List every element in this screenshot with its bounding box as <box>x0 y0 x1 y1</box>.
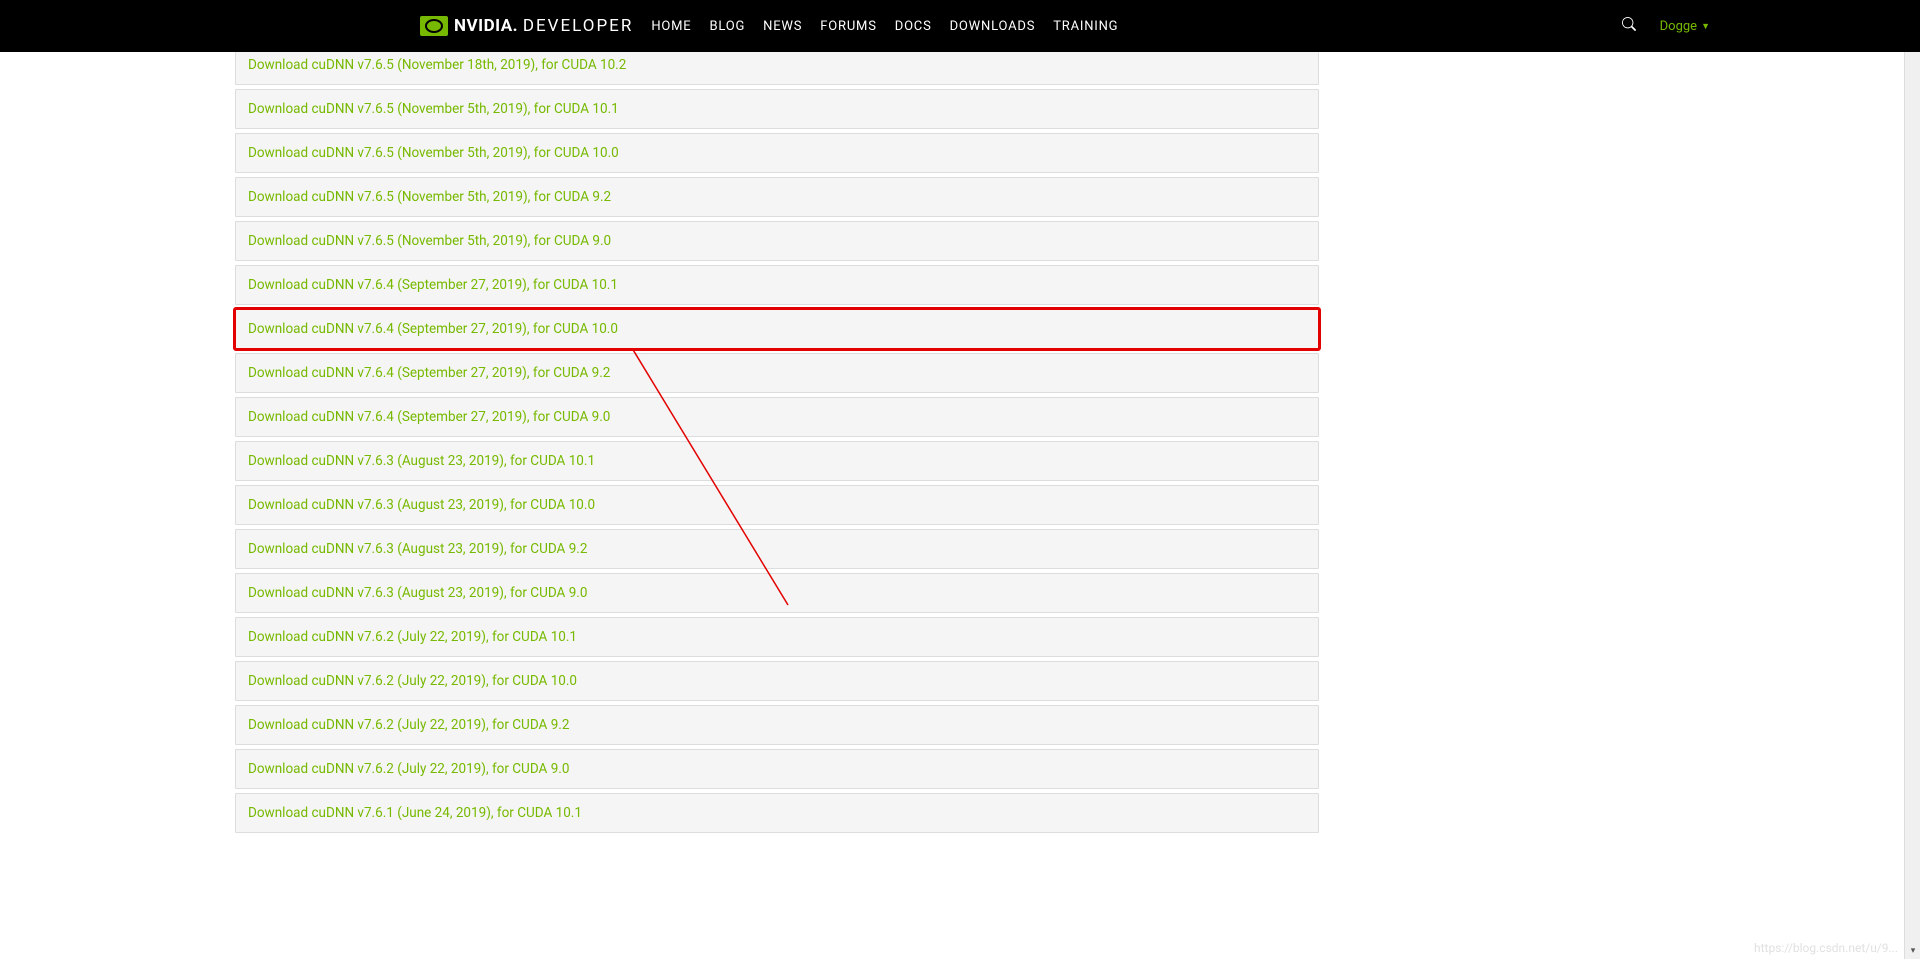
download-item[interactable]: Download cuDNN v7.6.2 (July 22, 2019), f… <box>235 749 1319 789</box>
download-item[interactable]: Download cuDNN v7.6.5 (November 5th, 201… <box>235 89 1319 129</box>
logo[interactable]: NVIDIA. DEVELOPER <box>420 16 633 36</box>
nav-link-downloads[interactable]: DOWNLOADS <box>950 19 1036 34</box>
nav-link-forums[interactable]: FORUMS <box>820 19 876 34</box>
download-item[interactable]: Download cuDNN v7.6.4 (September 27, 201… <box>235 309 1319 349</box>
download-item-label: Download cuDNN v7.6.5 (November 5th, 201… <box>248 189 611 205</box>
download-item-label: Download cuDNN v7.6.4 (September 27, 201… <box>248 277 618 293</box>
download-item-label: Download cuDNN v7.6.4 (September 27, 201… <box>248 321 618 337</box>
download-item[interactable]: Download cuDNN v7.6.1 (June 24, 2019), f… <box>235 793 1319 833</box>
download-item[interactable]: Download cuDNN v7.6.2 (July 22, 2019), f… <box>235 617 1319 657</box>
download-item[interactable]: Download cuDNN v7.6.4 (September 27, 201… <box>235 397 1319 437</box>
watermark: https://blog.csdn.net/u/9... <box>1754 941 1898 955</box>
nav-link-home[interactable]: HOME <box>651 19 691 34</box>
download-item-label: Download cuDNN v7.6.5 (November 18th, 20… <box>248 57 626 73</box>
download-item[interactable]: Download cuDNN v7.6.3 (August 23, 2019),… <box>235 573 1319 613</box>
search-icon[interactable] <box>1622 17 1636 35</box>
download-item[interactable]: Download cuDNN v7.6.4 (September 27, 201… <box>235 353 1319 393</box>
download-item-label: Download cuDNN v7.6.2 (July 22, 2019), f… <box>248 717 569 733</box>
logo-sub: DEVELOPER <box>523 16 633 36</box>
download-item[interactable]: Download cuDNN v7.6.5 (November 5th, 201… <box>235 177 1319 217</box>
download-item-label: Download cuDNN v7.6.3 (August 23, 2019),… <box>248 541 587 557</box>
download-item[interactable]: Download cuDNN v7.6.2 (July 22, 2019), f… <box>235 705 1319 745</box>
scrollbar[interactable]: ▴ ▾ <box>1904 0 1920 959</box>
download-item-label: Download cuDNN v7.6.5 (November 5th, 201… <box>248 145 619 161</box>
nav-inner: NVIDIA. DEVELOPER HOME BLOG NEWS FORUMS DOCS… <box>210 16 1710 36</box>
download-item-label: Download cuDNN v7.6.4 (September 27, 201… <box>248 365 610 381</box>
download-item-label: Download cuDNN v7.6.2 (July 22, 2019), f… <box>248 629 577 645</box>
download-item-label: Download cuDNN v7.6.2 (July 22, 2019), f… <box>248 761 569 777</box>
user-menu[interactable]: Dogge ▼ <box>1660 19 1710 34</box>
chevron-down-icon: ▼ <box>1701 21 1710 32</box>
nav-link-news[interactable]: NEWS <box>763 19 802 34</box>
download-item-label: Download cuDNN v7.6.3 (August 23, 2019),… <box>248 585 587 601</box>
download-item[interactable]: Download cuDNN v7.6.3 (August 23, 2019),… <box>235 529 1319 569</box>
download-item[interactable]: Download cuDNN v7.6.4 (September 27, 201… <box>235 265 1319 305</box>
nav-links: HOME BLOG NEWS FORUMS DOCS DOWNLOADS TRAINING <box>651 19 1118 34</box>
download-item-label: Download cuDNN v7.6.2 (July 22, 2019), f… <box>248 673 577 689</box>
logo-text: NVIDIA. DEVELOPER <box>454 16 633 36</box>
download-item-label: Download cuDNN v7.6.3 (August 23, 2019),… <box>248 497 595 513</box>
nav-right: Dogge ▼ <box>1622 17 1710 35</box>
download-item-label: Download cuDNN v7.6.1 (June 24, 2019), f… <box>248 805 582 821</box>
scroll-down-icon[interactable]: ▾ <box>1905 943 1920 959</box>
navbar: NVIDIA. DEVELOPER HOME BLOG NEWS FORUMS DOCS… <box>0 0 1920 52</box>
download-item-label: Download cuDNN v7.6.5 (November 5th, 201… <box>248 233 611 249</box>
download-item[interactable]: Download cuDNN v7.6.3 (August 23, 2019),… <box>235 485 1319 525</box>
download-item[interactable]: Download cuDNN v7.6.5 (November 5th, 201… <box>235 133 1319 173</box>
download-item[interactable]: Download cuDNN v7.6.5 (November 18th, 20… <box>235 52 1319 85</box>
nav-link-blog[interactable]: BLOG <box>709 19 745 34</box>
nvidia-eye-icon <box>420 16 448 36</box>
nav-link-docs[interactable]: DOCS <box>895 19 932 34</box>
download-item[interactable]: Download cuDNN v7.6.2 (July 22, 2019), f… <box>235 661 1319 701</box>
download-item-label: Download cuDNN v7.6.5 (November 5th, 201… <box>248 101 619 117</box>
download-item-label: Download cuDNN v7.6.3 (August 23, 2019),… <box>248 453 595 469</box>
download-item[interactable]: Download cuDNN v7.6.5 (November 5th, 201… <box>235 221 1319 261</box>
logo-brand: NVIDIA <box>454 16 513 36</box>
download-item-label: Download cuDNN v7.6.4 (September 27, 201… <box>248 409 610 425</box>
nav-link-training[interactable]: TRAINING <box>1053 19 1118 34</box>
download-list: Download cuDNN v7.6.5 (November 18th, 20… <box>235 52 1319 833</box>
download-item[interactable]: Download cuDNN v7.6.3 (August 23, 2019),… <box>235 441 1319 481</box>
user-name: Dogge <box>1660 19 1697 34</box>
